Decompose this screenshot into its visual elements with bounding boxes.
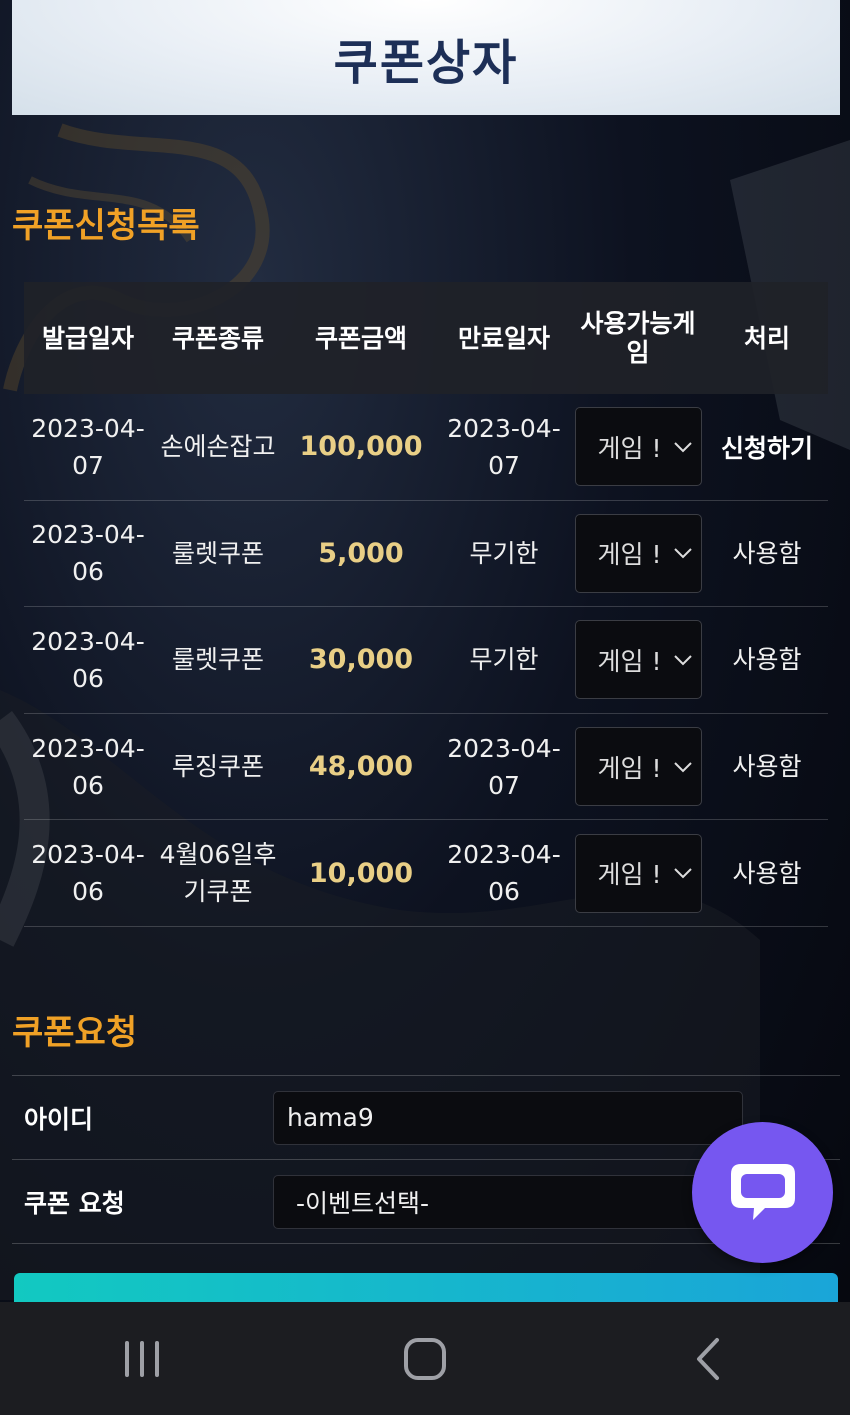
game-select[interactable]: 게임 ! [574,513,702,593]
chevron-down-icon [673,868,692,879]
back-icon [697,1337,720,1380]
game-cell: 게임 ! [570,727,706,807]
page-header: 쿠폰상자 [12,0,840,115]
column-header-type: 쿠폰종류 [171,323,264,353]
game-select[interactable]: 게임 ! [574,407,702,487]
used-status: 사용함 [732,538,802,568]
id-field[interactable]: hama9 [273,1090,743,1145]
recent-apps-button[interactable] [102,1319,182,1399]
used-status: 사용함 [732,752,802,782]
coupon-type: 룰렛쿠폰 [171,538,264,568]
game-select[interactable]: 게임 ! [574,833,702,913]
issue-date: 2023-04-06 [31,733,145,800]
column-header-issue-date: 발급일자 [41,323,134,353]
game-select[interactable]: 게임 ! [574,727,702,807]
table-row: 2023-04-06 4월06일후기쿠폰 10,000 2023-04-06 게… [24,820,828,927]
game-select-value: 게임 ! [597,860,660,890]
issue-date: 2023-04-06 [31,520,145,587]
recent-apps-icon [124,1340,159,1377]
game-cell: 게임 ! [570,833,706,913]
chat-icon [730,1163,795,1220]
table-row: 2023-04-07 손에손잡고 100,000 2023-04-07 게임 !… [24,394,828,501]
game-cell: 게임 ! [570,407,706,487]
game-select-value: 게임 ! [597,433,660,463]
home-icon [403,1337,446,1380]
coupon-type: 4월06일후기쿠폰 [159,840,277,907]
used-status: 사용함 [732,645,802,675]
expire-date: 2023-04-07 [447,733,561,800]
coupon-request-label: 쿠폰 요청 [24,1188,125,1218]
page-title: 쿠폰상자 [333,34,519,91]
event-select[interactable]: -이벤트선택- [273,1174,743,1229]
coupon-type: 루징쿠폰 [171,752,264,782]
game-select[interactable]: 게임 ! [574,620,702,700]
apply-button[interactable]: 신청하기 [706,429,828,465]
coupon-type: 룰렛쿠폰 [171,645,264,675]
table-row: 2023-04-06 룰렛쿠폰 30,000 무기한 게임 ! 사용함 [24,607,828,714]
issue-date: 2023-04-06 [31,840,145,907]
chevron-down-icon [673,548,692,559]
used-status: 사용함 [732,858,802,888]
issue-date: 2023-04-07 [31,413,145,480]
game-cell: 게임 ! [570,620,706,700]
system-nav-bar [0,1302,850,1415]
chat-button[interactable] [692,1122,833,1263]
expire-date: 무기한 [469,538,539,568]
coupon-type: 손에손잡고 [160,432,276,462]
coupon-amount: 48,000 [308,751,414,783]
home-button[interactable] [385,1319,465,1399]
chevron-down-icon [673,442,692,453]
id-label: 아이디 [24,1104,94,1134]
table-row: 2023-04-06 루징쿠폰 48,000 2023-04-07 게임 ! 사… [24,714,828,821]
expire-date: 무기한 [469,645,539,675]
table-row: 2023-04-06 룰렛쿠폰 5,000 무기한 게임 ! 사용함 [24,501,828,608]
coupon-amount: 10,000 [308,857,414,889]
coupon-amount: 5,000 [318,537,404,569]
coupon-request-title: 쿠폰요청 [12,1013,138,1053]
back-button[interactable] [668,1319,748,1399]
game-select-value: 게임 ! [597,646,660,676]
expire-date: 2023-04-07 [447,413,561,480]
issue-date: 2023-04-06 [31,626,145,693]
chevron-down-icon [673,655,692,666]
game-select-value: 게임 ! [597,753,660,783]
column-header-game: 사용가능게임 [580,309,696,367]
expire-date: 2023-04-06 [447,840,561,907]
chevron-down-icon [673,761,692,772]
coupon-list-title: 쿠폰신청목록 [12,206,200,246]
game-select-value: 게임 ! [597,540,660,570]
table-header: 발급일자 쿠폰종류 쿠폰금액 만료일자 사용가능게임 처리 [24,282,828,394]
coupon-amount: 100,000 [299,431,423,463]
coupon-table: 발급일자 쿠폰종류 쿠폰금액 만료일자 사용가능게임 처리 2023-04-07… [24,282,828,927]
game-cell: 게임 ! [570,513,706,593]
column-header-action: 처리 [743,323,790,353]
column-header-amount: 쿠폰금액 [314,323,407,353]
column-header-expire: 만료일자 [457,323,550,353]
coupon-amount: 30,000 [308,644,414,676]
